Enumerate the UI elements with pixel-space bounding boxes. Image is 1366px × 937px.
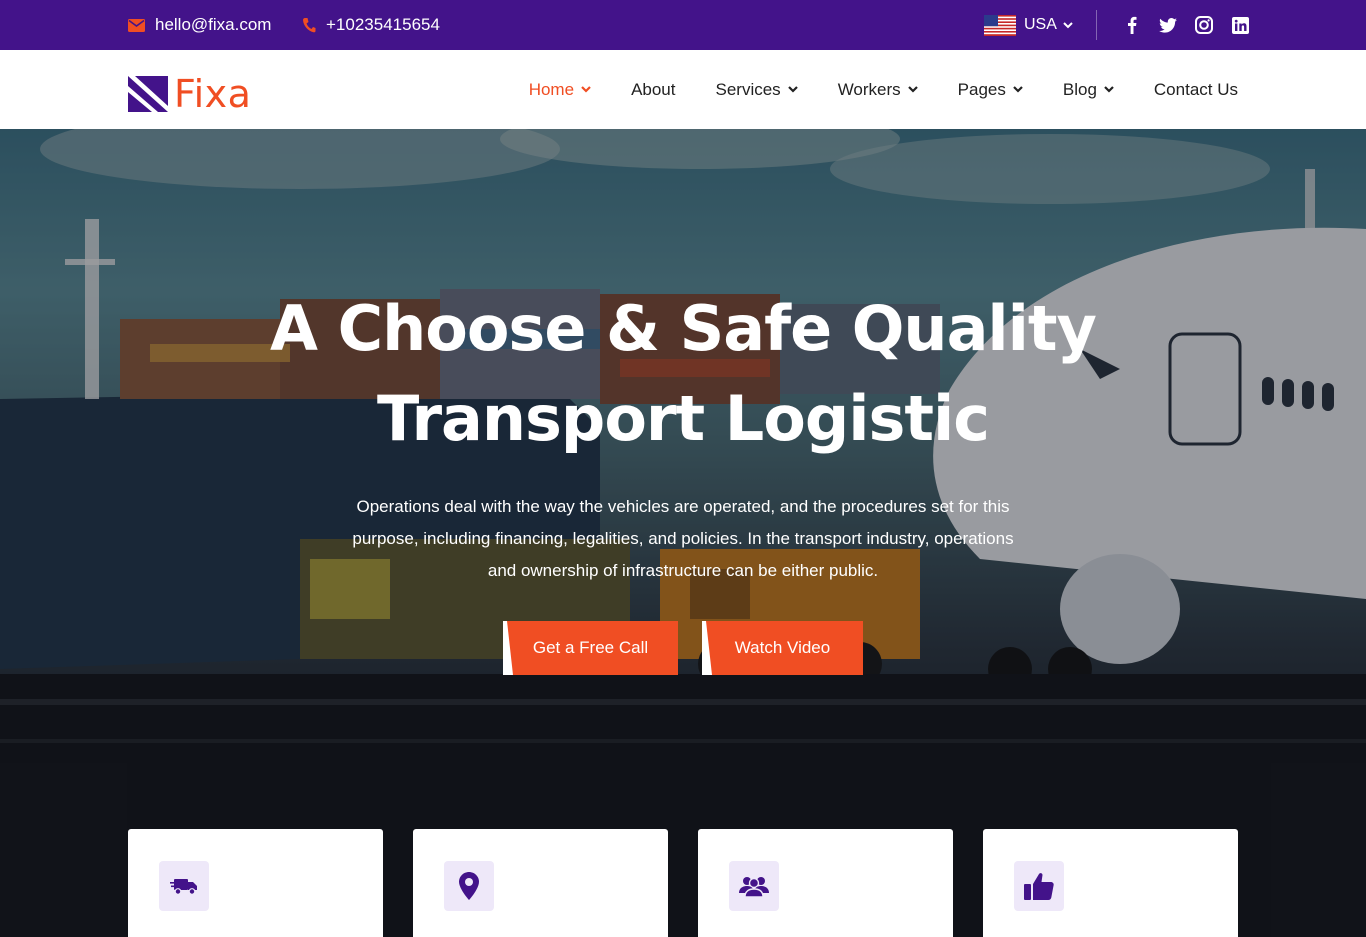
- nav-item-home[interactable]: Home: [529, 80, 591, 100]
- nav-item-pages[interactable]: Pages: [958, 80, 1023, 100]
- email-text: hello@fixa.com: [155, 15, 272, 34]
- nav-item-workers[interactable]: Workers: [838, 80, 918, 100]
- phone-text: +10235415654: [326, 15, 440, 34]
- linkedin-icon[interactable]: [1228, 13, 1252, 37]
- logo-text: Fixa: [174, 72, 252, 116]
- get-free-call-button[interactable]: Get a Free Call: [503, 621, 678, 675]
- hero-section: A Choose & Safe Quality Transport Logist…: [0, 129, 1366, 937]
- main-nav: Home About Services Workers Pages Blog C…: [489, 50, 1238, 129]
- nav-item-contact[interactable]: Contact Us: [1154, 80, 1238, 100]
- twitter-icon[interactable]: [1156, 13, 1180, 37]
- hero-title-line2: Transport Logistic: [377, 382, 990, 455]
- hero-title-line1: A Choose & Safe Quality: [270, 292, 1097, 365]
- envelope-icon: [128, 18, 145, 32]
- watch-video-button[interactable]: Watch Video: [702, 621, 863, 675]
- language-selector[interactable]: USA: [984, 0, 1073, 50]
- top-bar: hello@fixa.com +10235415654 USA: [0, 0, 1366, 50]
- social-links: [1108, 0, 1252, 50]
- chevron-down-icon: [1063, 21, 1073, 28]
- email-link[interactable]: hello@fixa.com: [128, 0, 271, 50]
- chevron-down-icon: [1013, 86, 1023, 93]
- topbar-divider: [1096, 10, 1097, 40]
- feature-card-quality[interactable]: [983, 829, 1238, 937]
- nav-label: Workers: [837, 79, 901, 99]
- hero-description: Operations deal with the way the vehicle…: [352, 497, 1014, 580]
- feature-card-team[interactable]: [698, 829, 953, 937]
- button-label: Get a Free Call: [532, 638, 649, 657]
- nav-label: Home: [528, 79, 575, 99]
- chevron-down-icon: [787, 86, 798, 93]
- nav-label: Contact Us: [1153, 79, 1238, 99]
- nav-label: Pages: [957, 79, 1006, 99]
- nav-item-services[interactable]: Services: [716, 80, 798, 100]
- truck-icon: [159, 861, 209, 911]
- phone-link[interactable]: +10235415654: [302, 0, 440, 50]
- nav-label: Services: [715, 79, 781, 99]
- button-label: Watch Video: [734, 638, 831, 657]
- nav-item-about[interactable]: About: [631, 80, 675, 100]
- nav-item-blog[interactable]: Blog: [1063, 80, 1114, 100]
- team-icon: [729, 861, 779, 911]
- location-pin-icon: [444, 861, 494, 911]
- feature-card-delivery[interactable]: [128, 829, 383, 937]
- nav-label: About: [631, 79, 676, 99]
- thumbs-up-icon: [1014, 861, 1064, 911]
- us-flag-icon: [984, 14, 1016, 36]
- chevron-down-icon: [581, 86, 591, 93]
- phone-icon: [303, 18, 316, 33]
- chevron-down-icon: [1104, 86, 1114, 93]
- site-logo[interactable]: Fixa: [128, 72, 251, 116]
- feature-card-location[interactable]: [413, 829, 668, 937]
- chevron-down-icon: [907, 86, 918, 93]
- facebook-icon[interactable]: [1120, 13, 1144, 37]
- nav-label: Blog: [1062, 79, 1097, 99]
- instagram-icon[interactable]: [1192, 13, 1216, 37]
- language-label: USA: [1024, 16, 1057, 33]
- main-header: Fixa Home About Services Workers Pages B…: [0, 50, 1366, 129]
- logo-mark-icon: [128, 76, 168, 112]
